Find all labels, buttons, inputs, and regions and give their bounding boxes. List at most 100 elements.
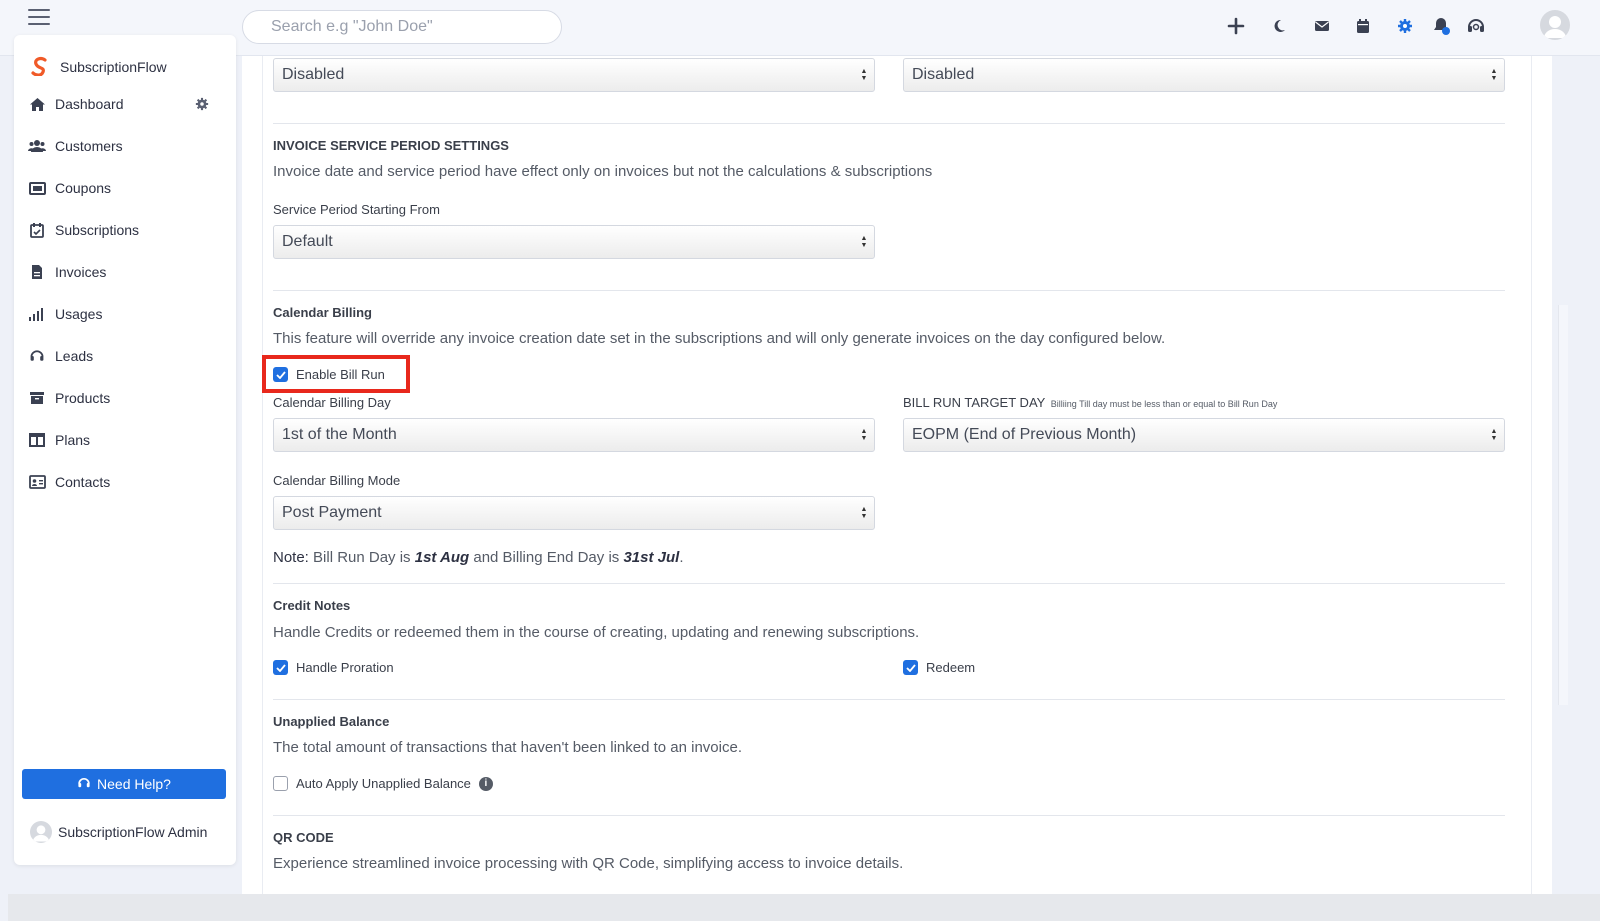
sidebar-item-label: Contacts <box>55 474 111 490</box>
top-right-select[interactable]: Disabled ▲ ▼ <box>903 58 1505 92</box>
bill-run-target-day-label: BILL RUN TARGET DAY Billiing Till day mu… <box>903 395 1277 410</box>
file-invoice-icon <box>28 263 46 281</box>
select-arrows-icon: ▲ ▼ <box>860 68 868 82</box>
sidebar-item-leads[interactable]: Leads <box>28 343 228 369</box>
mail-icon[interactable] <box>1310 14 1334 38</box>
sidebar-item-contacts[interactable]: Contacts <box>28 469 228 495</box>
unapplied-balance-description: The total amount of transactions that ha… <box>273 739 742 756</box>
checkbox-unchecked-icon[interactable] <box>273 776 288 791</box>
divider <box>273 123 1505 124</box>
calendar-billing-mode-label: Calendar Billing Mode <box>273 473 401 488</box>
settings-panel: Disabled ▲ ▼ Disabled ▲ ▼ INVOICE SERVICE … <box>242 0 1552 912</box>
checkbox-checked-icon[interactable] <box>273 660 288 675</box>
headset-icon[interactable] <box>1464 14 1488 38</box>
highlight-box <box>262 355 410 393</box>
home-icon <box>28 95 46 113</box>
sidebar-item-label: Customers <box>55 138 123 154</box>
sidebar: SubscriptionFlow Dashboard Customers Cou… <box>14 35 236 865</box>
sidebar-item-subscriptions[interactable]: Subscriptions <box>28 217 228 243</box>
sidebar-item-label: Plans <box>55 432 91 448</box>
search-input[interactable] <box>242 10 562 44</box>
select-arrows-icon: ▲ ▼ <box>860 235 868 249</box>
handle-proration-checkbox[interactable]: Handle Proration <box>273 660 394 675</box>
sidebar-item-coupons[interactable]: Coupons <box>28 175 228 201</box>
headset-icon <box>28 347 46 365</box>
calendar-billing-day-select[interactable]: 1st of the Month ▲ ▼ <box>273 418 875 452</box>
sidebar-item-plans[interactable]: Plans <box>28 427 228 453</box>
scrollbar[interactable] <box>1558 305 1568 705</box>
info-icon[interactable]: i <box>478 776 493 791</box>
select-arrows-icon: ▲ ▼ <box>1490 68 1498 82</box>
calendar-icon[interactable] <box>1351 14 1375 38</box>
menu-icon[interactable] <box>28 9 50 25</box>
note-bill-run-date: 1st Aug <box>414 549 470 566</box>
sidebar-item-label: Subscriptions <box>55 222 140 238</box>
qr-code-description: Experience streamlined invoice processin… <box>273 855 904 872</box>
gear-icon[interactable] <box>1393 14 1417 38</box>
bill-run-target-day-select[interactable]: EOPM (End of Previous Month) ▲ ▼ <box>903 418 1505 452</box>
moon-icon[interactable] <box>1267 14 1291 38</box>
select-value: EOPM (End of Previous Month) <box>912 426 1137 443</box>
sidebar-item-invoices[interactable]: Invoices <box>28 259 228 285</box>
top-bar <box>0 0 1600 56</box>
need-help-label: Need Help? <box>97 776 171 792</box>
sidebar-item-label: Coupons <box>55 180 112 196</box>
columns-icon <box>28 431 46 449</box>
auto-apply-checkbox[interactable]: Auto Apply Unapplied Balance i <box>273 776 493 791</box>
need-help-button[interactable]: Need Help? <box>22 769 226 799</box>
divider <box>273 290 1505 291</box>
note-end: . <box>679 549 684 566</box>
bell-icon[interactable] <box>1430 14 1454 38</box>
dashboard-settings-gear-icon[interactable] <box>195 97 211 113</box>
handle-proration-label: Handle Proration <box>296 660 394 675</box>
select-value: Disabled <box>912 66 975 83</box>
invoice-service-description: Invoice date and service period have eff… <box>273 163 933 180</box>
select-value: Default <box>282 233 333 250</box>
subscriptionflow-logo-icon <box>30 56 50 79</box>
note-text-1: Bill Run Day is <box>313 549 411 566</box>
credit-notes-description: Handle Credits or redeemed them in the c… <box>273 624 920 641</box>
sidebar-item-label: Usages <box>55 306 103 322</box>
horizontal-scrollbar[interactable] <box>8 894 1600 921</box>
headset-icon <box>77 776 91 793</box>
redeem-checkbox[interactable]: Redeem <box>903 660 975 675</box>
sidebar-item-products[interactable]: Products <box>28 385 228 411</box>
note-prefix: Note: <box>273 549 309 566</box>
bill-run-note: Note: Bill Run Day is 1st Aug and Billin… <box>273 549 684 566</box>
settings-card: Disabled ▲ ▼ Disabled ▲ ▼ INVOICE SERVICE … <box>262 0 1532 912</box>
user-avatar[interactable] <box>1540 10 1570 40</box>
service-period-select[interactable]: Default ▲ ▼ <box>273 225 875 259</box>
brand[interactable]: SubscriptionFlow <box>30 53 167 81</box>
sidebar-item-label: Products <box>55 390 111 406</box>
calendar-billing-description: This feature will override any invoice c… <box>273 330 1166 347</box>
qr-code-title: QR CODE <box>273 830 334 845</box>
credit-notes-title: Credit Notes <box>273 598 351 613</box>
id-card-icon <box>28 473 46 491</box>
top-left-select[interactable]: Disabled ▲ ▼ <box>273 58 875 92</box>
divider <box>273 583 1505 584</box>
note-billing-end-date: 31st Jul <box>623 549 680 566</box>
admin-profile[interactable]: SubscriptionFlow Admin <box>30 821 207 843</box>
archive-icon <box>28 389 46 407</box>
sidebar-item-usages[interactable]: Usages <box>28 301 228 327</box>
calendar-billing-title: Calendar Billing <box>273 305 372 320</box>
avatar <box>30 821 52 843</box>
select-value: 1st of the Month <box>282 426 397 443</box>
sidebar-item-customers[interactable]: Customers <box>28 133 228 159</box>
select-value: Disabled <box>282 66 345 83</box>
service-period-label: Service Period Starting From <box>273 202 440 217</box>
calendar-check-icon <box>28 221 46 239</box>
sidebar-item-label: Invoices <box>55 264 107 280</box>
select-arrows-icon: ▲ ▼ <box>1490 428 1498 442</box>
plus-icon[interactable] <box>1224 14 1248 38</box>
brand-name: SubscriptionFlow <box>60 59 167 75</box>
users-icon <box>28 137 46 155</box>
select-arrows-icon: ▲ ▼ <box>860 506 868 520</box>
checkbox-checked-icon[interactable] <box>903 660 918 675</box>
auto-apply-label: Auto Apply Unapplied Balance <box>296 776 471 791</box>
sidebar-item-label: Dashboard <box>55 96 124 112</box>
unapplied-balance-title: Unapplied Balance <box>273 714 390 729</box>
admin-name: SubscriptionFlow Admin <box>58 824 208 840</box>
calendar-billing-day-label: Calendar Billing Day <box>273 395 391 410</box>
calendar-billing-mode-select[interactable]: Post Payment ▲ ▼ <box>273 496 875 530</box>
